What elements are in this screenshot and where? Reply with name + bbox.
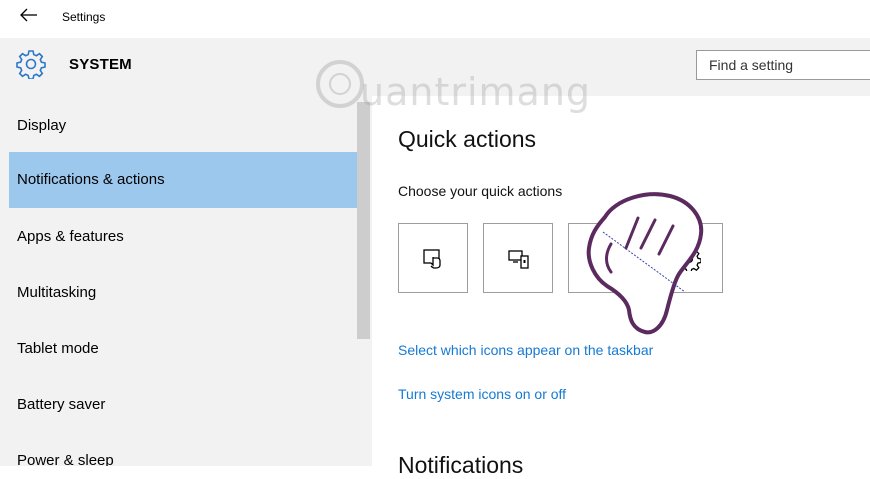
main-content: Quick actions Choose your quick actions …: [372, 96, 870, 478]
sidebar-item-label: Notifications & actions: [17, 171, 165, 188]
sidebar: Display Notifications & actions Apps & f…: [0, 96, 372, 466]
sidebar-item-battery-saver[interactable]: Battery saver: [9, 377, 357, 433]
sidebar-item-power-sleep[interactable]: Power & sleep: [9, 433, 357, 466]
gear-icon: [16, 50, 46, 79]
sidebar-item-label: Apps & features: [17, 228, 124, 245]
note-icon: [596, 249, 612, 269]
tablet-mode-icon: [423, 249, 441, 269]
connect-icon: [508, 250, 529, 269]
title-bar: Settings: [0, 0, 870, 38]
sidebar-item-label: Battery saver: [17, 396, 106, 413]
quick-action-tile-2[interactable]: [483, 223, 553, 293]
back-arrow-icon[interactable]: [18, 6, 40, 24]
sidebar-item-apps-features[interactable]: Apps & features: [9, 209, 357, 265]
quick-action-tile-3[interactable]: [568, 223, 638, 293]
window-title: Settings: [62, 10, 106, 24]
sidebar-item-label: Display: [17, 117, 67, 134]
search-input[interactable]: [696, 50, 870, 80]
section-title: Quick actions: [398, 126, 537, 152]
system-icons-toggle-link[interactable]: Turn system icons on or off: [398, 386, 566, 402]
sidebar-item-label: Power & sleep: [17, 452, 114, 466]
quick-action-tile-1[interactable]: [398, 223, 468, 293]
sidebar-item-tablet-mode[interactable]: Tablet mode: [9, 321, 357, 377]
sidebar-item-label: Tablet mode: [17, 340, 99, 357]
sidebar-item-display[interactable]: Display: [9, 98, 357, 154]
sidebar-scrollbar[interactable]: [357, 102, 370, 339]
page-title: SYSTEM: [69, 56, 132, 73]
select-taskbar-icons-link[interactable]: Select which icons appear on the taskbar: [398, 342, 653, 358]
page-header: SYSTEM: [0, 38, 870, 96]
settings-icon: [677, 248, 701, 271]
sidebar-item-multitasking[interactable]: Multitasking: [9, 265, 357, 321]
sidebar-item-notifications-actions[interactable]: Notifications & actions: [9, 152, 357, 208]
section-subtitle: Choose your quick actions: [398, 183, 563, 199]
sidebar-item-label: Multitasking: [17, 284, 97, 301]
quick-action-tile-4[interactable]: [653, 223, 723, 293]
